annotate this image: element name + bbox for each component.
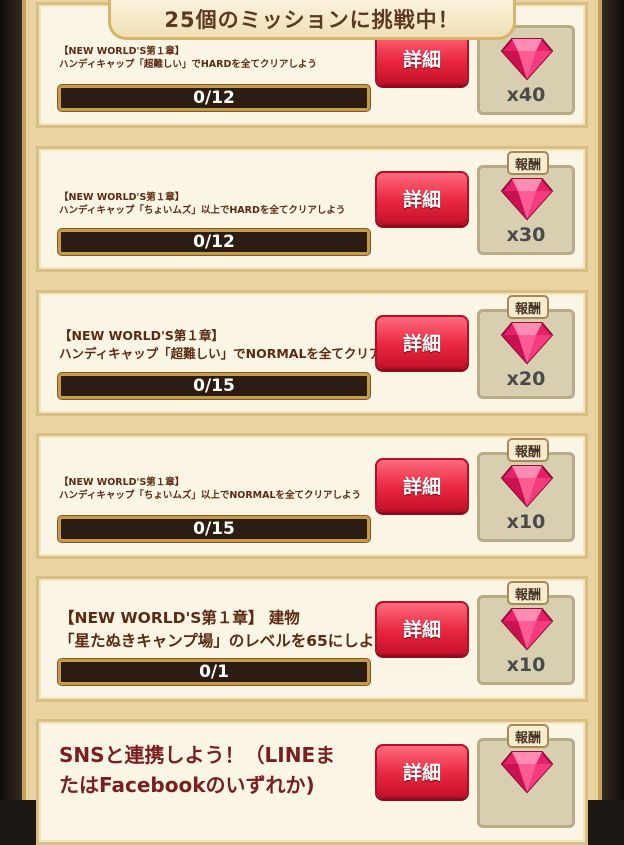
reward-label: 報酬 xyxy=(507,151,549,175)
reward-count: x30 xyxy=(506,224,546,246)
mission-description: 【NEW WORLD'S第１章】 ハンディキャップ「ちょいムズ」以上でNORMA… xyxy=(59,476,361,502)
mission-title-line: 【NEW WORLD'S第１章】 xyxy=(59,328,224,343)
progress-bar: 0/15 xyxy=(58,373,370,399)
progress-bar: 0/12 xyxy=(58,229,370,255)
mission-card: SNSと連携しよう！（LINEま たはFacebookのいずれか) 詳細 報酬 xyxy=(36,719,588,845)
mission-description: 【NEW WORLD'S第１章】 ハンディキャップ「超難しい」でHARDを全てク… xyxy=(59,45,317,71)
mission-text-line: ハンディキャップ「超難しい」でHARDを全てクリアしよう xyxy=(59,59,317,70)
reward-box: x30 xyxy=(477,165,575,255)
progress-bar: 0/12 xyxy=(58,85,370,111)
detail-button[interactable]: 詳細 xyxy=(375,744,469,798)
reward-count: x20 xyxy=(506,368,546,390)
mission-title-line: 【NEW WORLD'S第１章】 xyxy=(59,192,185,203)
reward-label: 報酬 xyxy=(507,295,549,319)
mission-card: 【NEW WORLD'S第１章】 ハンディキャップ「ちょいムズ」以上でNORMA… xyxy=(36,433,588,559)
detail-button[interactable]: 詳細 xyxy=(375,601,469,655)
mission-description: 【NEW WORLD'S第１章】 建物 「星たぬきキャンプ場」のレベルを65にし… xyxy=(59,607,390,653)
reward-box: x10 xyxy=(477,452,575,542)
mission-text-line: ハンディキャップ「ちょいムズ」以上でNORMALを全てクリアしよう xyxy=(59,490,362,501)
gem-icon xyxy=(500,751,554,794)
detail-button[interactable]: 詳細 xyxy=(375,315,469,369)
reward-count: x40 xyxy=(506,84,546,106)
reward-count: x10 xyxy=(506,654,546,676)
mission-card: 【NEW WORLD'S第１章】 建物 「星たぬきキャンプ場」のレベルを65にし… xyxy=(36,576,588,702)
progress-text: 0/15 xyxy=(193,376,235,396)
mission-title-line: 【NEW WORLD'S第１章】 xyxy=(59,477,185,488)
progress-bar: 0/1 xyxy=(58,659,370,685)
gem-icon xyxy=(500,178,554,221)
mission-description: 【NEW WORLD'S第１章】 ハンディキャップ「ちょいムズ」以上でHARDを… xyxy=(59,191,345,217)
mission-card: 【NEW WORLD'S第１章】 ハンディキャップ「ちょいムズ」以上でHARDを… xyxy=(36,146,588,272)
mission-description: 【NEW WORLD'S第１章】 ハンディキャップ「超難しい」でNORMALを全… xyxy=(59,327,419,363)
reward-label: 報酬 xyxy=(507,724,549,748)
mission-description: SNSと連携しよう！（LINEま たはFacebookのいずれか) xyxy=(59,740,335,800)
reward-label: 報酬 xyxy=(507,438,549,462)
mission-header: 25個のミッションに挑戦中！ xyxy=(108,0,516,40)
mission-card: 【NEW WORLD'S第１章】 ハンディキャップ「超難しい」でNORMALを全… xyxy=(36,290,588,416)
mission-text-line: ハンディキャップ「超難しい」でNORMALを全てクリアしよう xyxy=(59,346,419,361)
reward-box xyxy=(477,738,575,828)
mission-text-line: 「星たぬきキャンプ場」のレベルを65にしよう xyxy=(59,632,390,650)
detail-button[interactable]: 詳細 xyxy=(375,171,469,225)
reward-box: x20 xyxy=(477,309,575,399)
progress-text: 0/1 xyxy=(199,662,229,682)
progress-text: 0/15 xyxy=(193,519,235,539)
reward-box: x10 xyxy=(477,595,575,685)
page-title: 25個のミッションに挑戦中！ xyxy=(164,7,460,32)
mission-title-line: SNSと連携しよう！（LINEま xyxy=(59,743,336,767)
progress-bar: 0/15 xyxy=(58,516,370,542)
gem-icon xyxy=(500,38,554,81)
progress-text: 0/12 xyxy=(193,88,235,108)
reward-count: x10 xyxy=(506,511,546,533)
mission-title-line: 【NEW WORLD'S第１章】 xyxy=(59,46,185,57)
progress-text: 0/12 xyxy=(193,232,235,252)
detail-button[interactable]: 詳細 xyxy=(375,458,469,512)
mission-text-line: たはFacebookのいずれか) xyxy=(59,773,315,797)
mission-title-line: 【NEW WORLD'S第１章】 建物 xyxy=(59,609,300,627)
gem-icon xyxy=(500,322,554,365)
reward-label: 報酬 xyxy=(507,581,549,605)
gem-icon xyxy=(500,465,554,508)
gem-icon xyxy=(500,608,554,651)
mission-text-line: ハンディキャップ「ちょいムズ」以上でHARDを全てクリアしよう xyxy=(59,205,346,216)
